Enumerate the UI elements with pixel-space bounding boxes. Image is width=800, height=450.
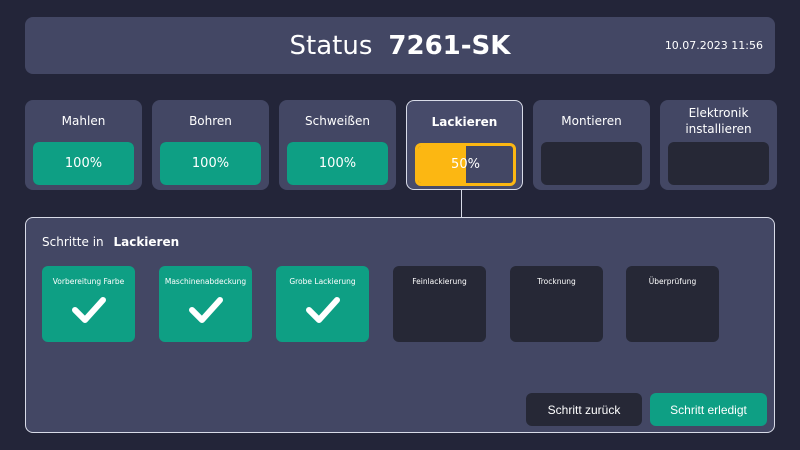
stage-progress-bar: 100% (33, 142, 134, 185)
step-name: Überprüfung (648, 277, 697, 286)
step-card-ueberpruefung[interactable]: Überprüfung (626, 266, 719, 342)
stage-name: Bohren (189, 114, 232, 129)
stage-card-schweissen[interactable]: Schweißen 100% (279, 100, 396, 190)
step-back-button[interactable]: Schritt zurück (526, 393, 642, 426)
checkmark-icon (189, 297, 223, 323)
stage-name: Montieren (561, 114, 622, 129)
step-card-maschinenabdeckung[interactable]: Maschinenabdeckung (159, 266, 252, 342)
stage-progress-bar: 100% (287, 142, 388, 185)
stage-connector-line (461, 190, 462, 217)
page-title: Status 7261-SK (25, 17, 775, 74)
steps-title-stage: Lackieren (113, 235, 180, 249)
order-code: 7261-SK (388, 30, 511, 61)
steps-panel: Schritte in Lackieren Vorbereitung Farbe… (25, 217, 775, 433)
stage-card-montieren[interactable]: Montieren (533, 100, 650, 190)
step-done-button[interactable]: Schritt erledigt (650, 393, 767, 426)
stage-progress-bar: 100% (160, 142, 261, 185)
step-card-grobe-lackierung[interactable]: Grobe Lackierung (276, 266, 369, 342)
steps-title-prefix: Schritte in (42, 235, 104, 249)
stage-name: Lackieren (431, 115, 498, 130)
stage-progress-label (668, 142, 769, 185)
header-bar: Status 7261-SK 10.07.2023 11:56 (25, 17, 775, 74)
stage-card-elektronik[interactable]: Elektronik installieren (660, 100, 777, 190)
step-card-trocknung[interactable]: Trocknung (510, 266, 603, 342)
datetime: 10.07.2023 11:56 (664, 39, 763, 52)
step-name: Vorbereitung Farbe (52, 277, 125, 286)
step-name: Grobe Lackierung (289, 277, 356, 286)
stage-progress-label (541, 142, 642, 185)
stage-card-lackieren[interactable]: Lackieren 50% (406, 100, 523, 190)
stage-progress-label: 100% (318, 156, 357, 171)
checkmark-icon (306, 297, 340, 323)
title-label: Status (289, 30, 373, 61)
stage-progress-bar (668, 142, 769, 185)
stage-progress-label: 50% (451, 157, 480, 172)
step-name: Trocknung (537, 277, 576, 286)
stage-name: Schweißen (305, 114, 370, 129)
stage-progress-label: 100% (64, 156, 103, 171)
stage-name: Mahlen (61, 114, 106, 129)
step-card-feinlackierung[interactable]: Feinlackierung (393, 266, 486, 342)
step-name: Maschinenabdeckung (164, 277, 247, 286)
stage-progress-bar: 50% (415, 143, 516, 186)
stage-name: Elektronik installieren (685, 106, 752, 136)
stage-card-bohren[interactable]: Bohren 100% (152, 100, 269, 190)
checkmark-icon (72, 297, 106, 323)
stage-progress-label: 100% (191, 156, 230, 171)
step-name: Feinlackierung (412, 277, 467, 286)
stage-progress-bar (541, 142, 642, 185)
stage-card-mahlen[interactable]: Mahlen 100% (25, 100, 142, 190)
step-card-vorbereitung-farbe[interactable]: Vorbereitung Farbe (42, 266, 135, 342)
steps-panel-title: Schritte in Lackieren (42, 235, 179, 249)
